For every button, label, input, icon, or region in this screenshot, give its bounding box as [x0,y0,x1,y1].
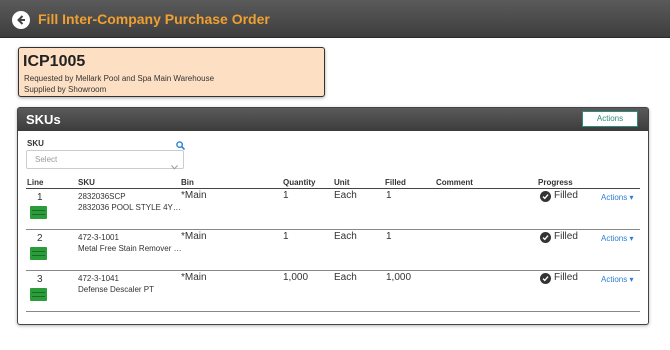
column-header-bin: Bin [181,178,194,187]
column-header-progress: Progress [538,178,573,187]
line-number: 3 [37,274,43,285]
check-circle-icon [540,273,551,284]
barcode-icon [30,288,47,301]
top-bar: Fill Inter-Company Purchase Order [0,0,670,38]
table-row: 1 2832036SCP 2832036 POOL STYLE 4Y… *Mai… [26,189,640,230]
sku-code: 472-3-1041 [78,274,119,283]
sku-description: Metal Free Stain Remover … [78,244,182,253]
bin-value: *Main [181,190,207,201]
sku-select-placeholder: Select [35,155,58,164]
line-number: 2 [37,233,43,244]
sku-filter-label: SKU [27,139,44,148]
column-header-quantity: Quantity [283,178,316,187]
filled-value: 1 [386,190,392,201]
skus-panel-title: SKUs [26,112,61,127]
requested-by-text: Requested by Mellark Pool and Spa Main W… [24,74,215,83]
check-circle-icon [540,191,551,202]
sku-code: 2832036SCP [78,192,126,201]
sku-description: Defense Descaler PT [78,285,155,294]
order-summary-card: ICP1005 Requested by Mellark Pool and Sp… [18,47,325,97]
quantity-value: 1 [283,190,289,201]
row-actions-dropdown[interactable]: Actions ▾ [601,234,633,243]
back-arrow-circle-icon[interactable] [12,11,30,29]
progress-text: Filled [554,190,578,201]
progress-text: Filled [554,231,578,242]
check-circle-icon [540,232,551,243]
column-header-comment: Comment [436,178,473,187]
skus-panel-header: SKUs Actions [18,108,648,131]
row-actions-dropdown[interactable]: Actions ▾ [601,275,633,284]
barcode-icon [30,206,47,219]
panel-actions-button[interactable]: Actions [582,111,638,127]
sku-select[interactable]: Select [26,150,184,170]
chevron-down-icon [171,157,178,175]
unit-value: Each [334,272,357,283]
progress-text: Filled [554,272,578,283]
line-number: 1 [37,192,43,203]
row-actions-dropdown[interactable]: Actions ▾ [601,193,633,202]
sku-description: 2832036 POOL STYLE 4Y… [78,203,181,212]
column-header-unit: Unit [334,178,350,187]
supplied-by-text: Supplied by Showroom [24,85,107,94]
page-title: Fill Inter-Company Purchase Order [38,11,270,27]
filled-value: 1 [386,231,392,242]
unit-value: Each [334,231,357,242]
bin-value: *Main [181,272,207,283]
bin-value: *Main [181,231,207,242]
filled-value: 1,000 [386,272,412,283]
column-header-line: Line [27,178,44,187]
sku-code: 472-3-1001 [78,233,119,242]
order-id: ICP1005 [23,53,86,70]
unit-value: Each [334,190,357,201]
skus-panel: SKUs Actions SKU Select Line SKU Bin Qua… [17,107,649,325]
quantity-value: 1 [283,231,289,242]
column-header-sku: SKU [78,178,95,187]
table-row: 2 472-3-1001 Metal Free Stain Remover … … [26,230,640,271]
column-header-filled: Filled [385,178,406,187]
table-row: 3 472-3-1041 Defense Descaler PT *Main 1… [26,271,640,312]
quantity-value: 1,000 [283,272,309,283]
barcode-icon [30,247,47,260]
